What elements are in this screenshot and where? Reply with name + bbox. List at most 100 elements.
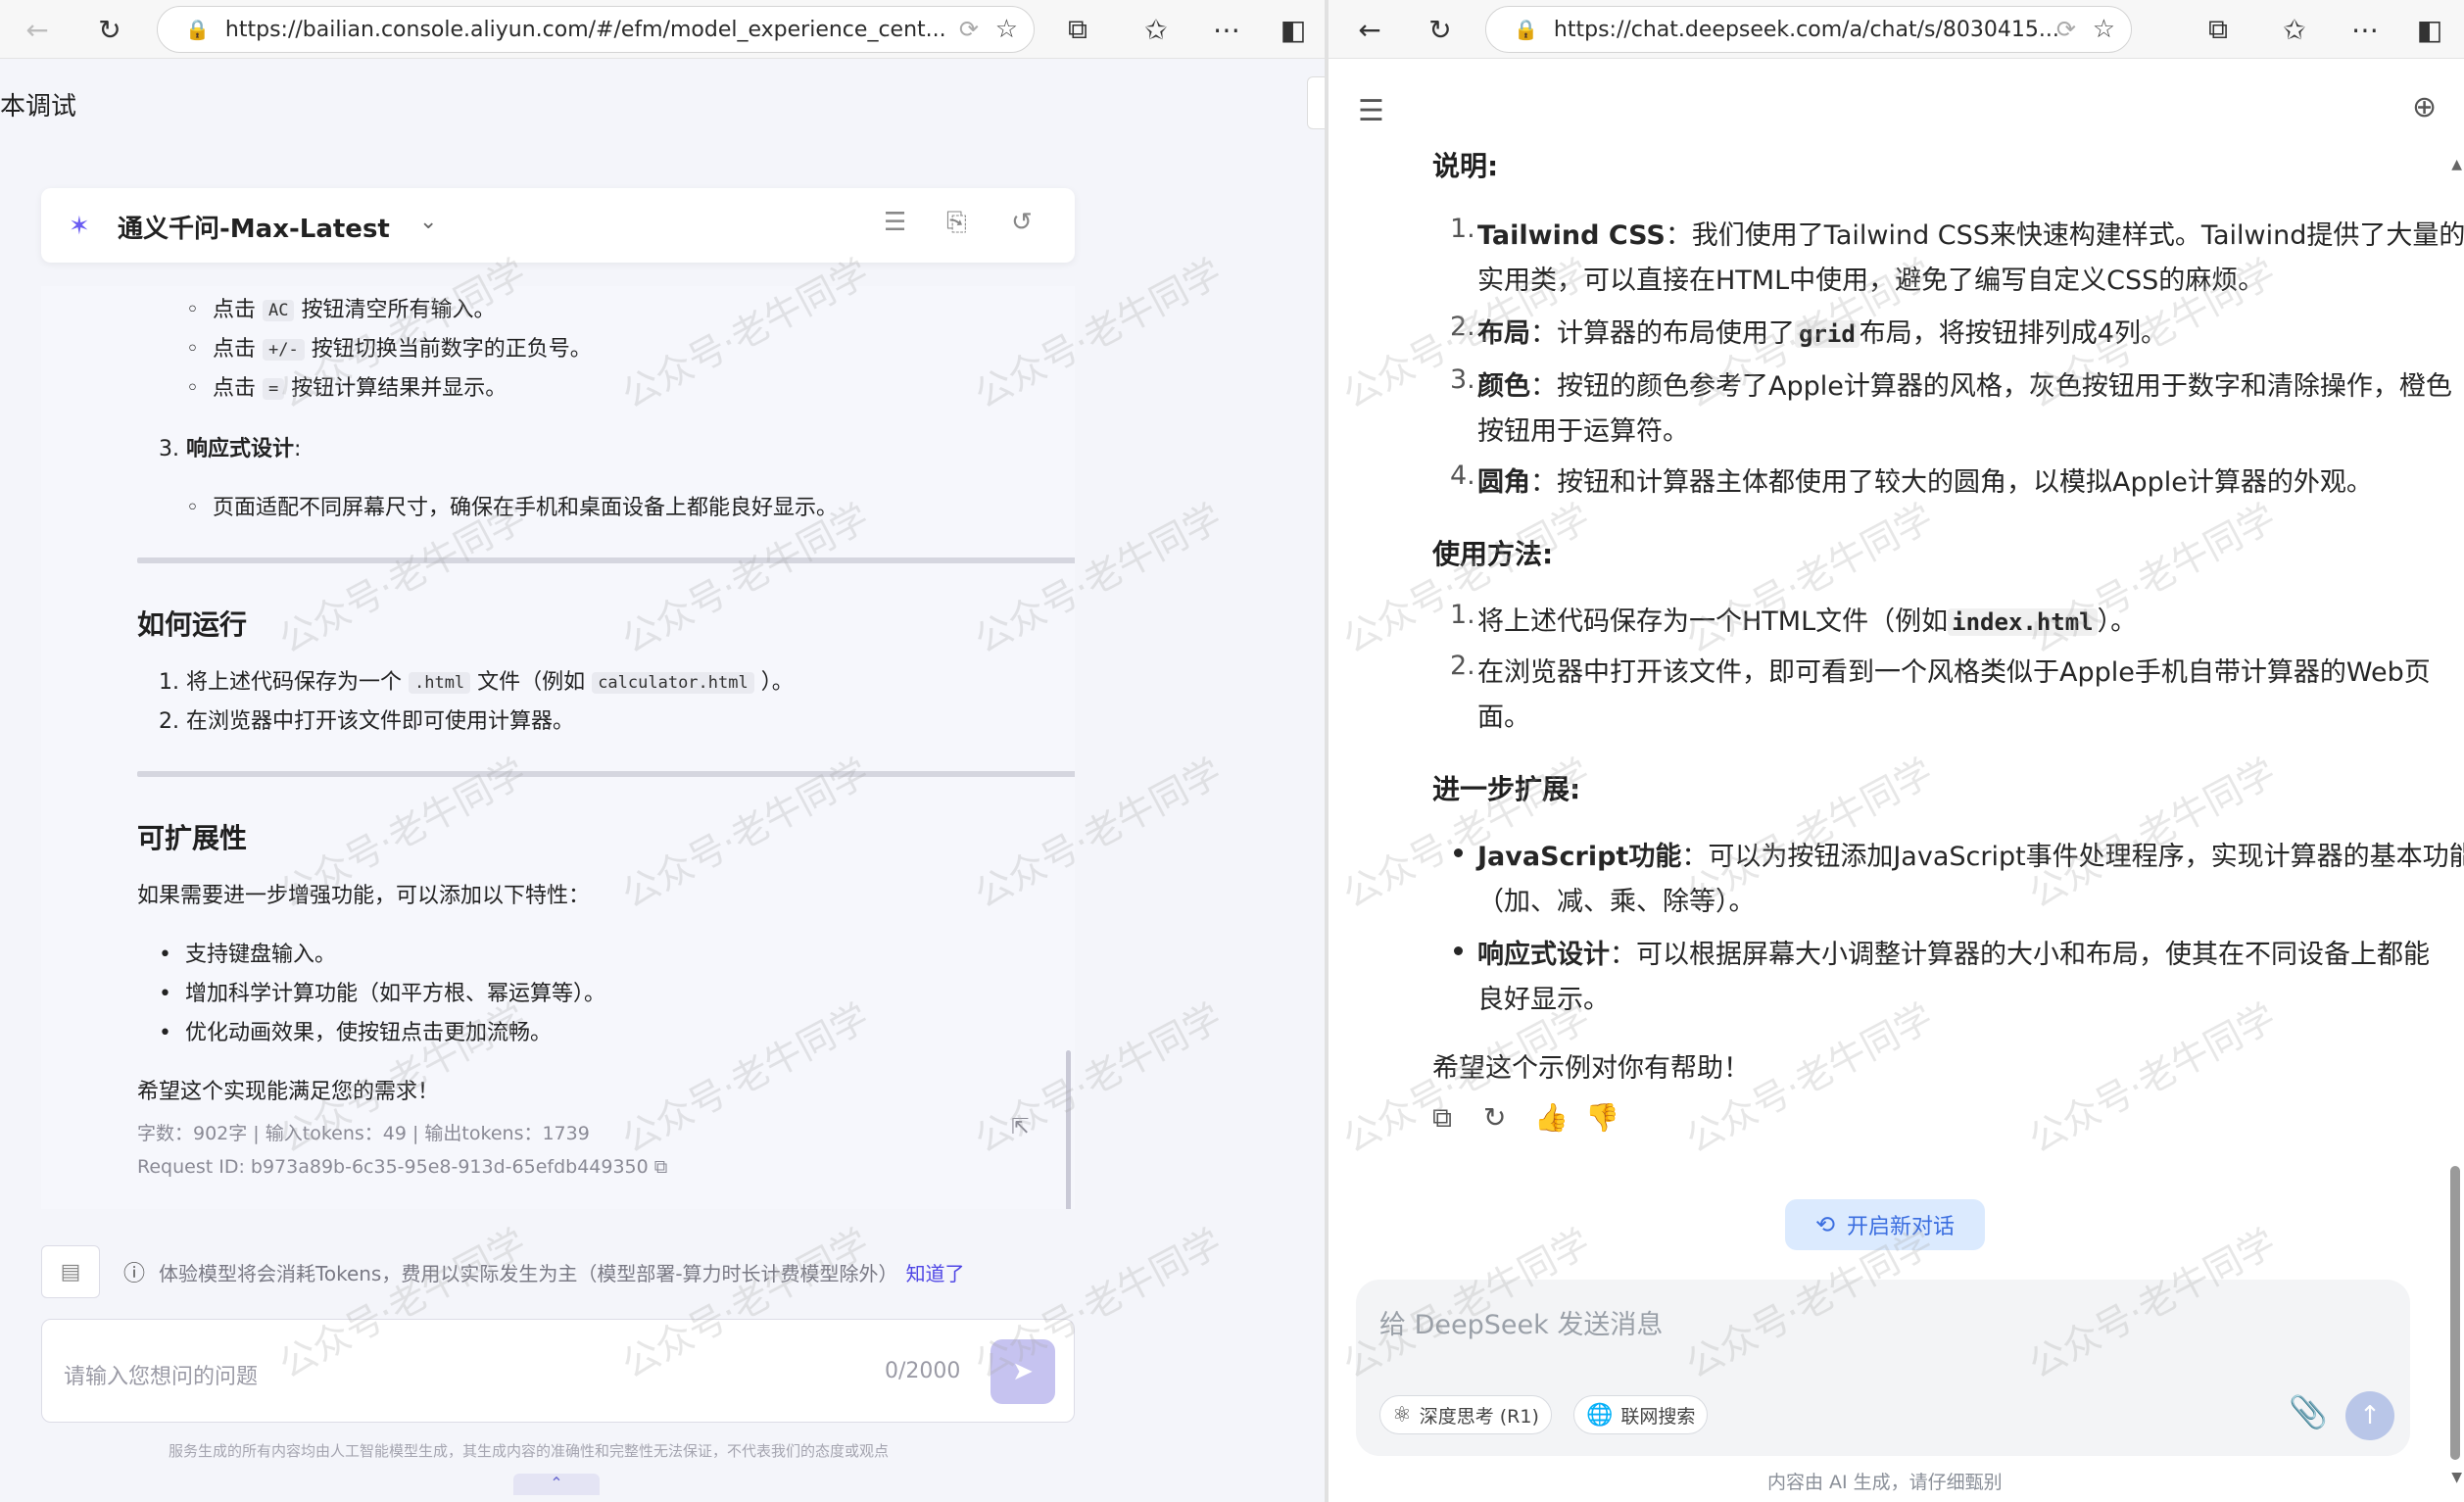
favorites-icon[interactable]: ✩ (2275, 10, 2314, 49)
new-chat-label: 开启新对话 (1847, 1215, 1956, 1239)
list-item-continued: 实用类，可以直接在HTML中使用，避免了编写自定义CSS的麻烦。 (1477, 266, 2265, 296)
left-address-bar[interactable]: 🔒 https://bailian.console.aliyun.com/#/e… (157, 6, 1035, 53)
closing-text: 希望这个实现能满足您的需求！ (137, 1080, 440, 1104)
list-number: 4. (1450, 460, 1475, 491)
new-chat-button[interactable]: ⟲ 开启新对话 (1785, 1199, 1985, 1250)
settings-sliders-icon[interactable]: ☰ (884, 208, 906, 237)
bullet (1454, 946, 1463, 955)
web-search-label: 联网搜索 (1620, 1405, 1696, 1428)
deep-think-label: 深度思考 (R1) (1419, 1405, 1539, 1428)
list-item: • 支持键盘输入。 (159, 943, 336, 967)
side-tab[interactable] (1307, 76, 1325, 129)
star-icon[interactable]: ☆ (995, 15, 1018, 44)
question-input-box[interactable]: 请输入您想问的问题 0/2000 ➤ (41, 1319, 1075, 1423)
list-item: 布局：计算器的布局使用了 grid 布局，将按钮排列成4列。 (1477, 318, 2167, 349)
list-item-continued: 面。 (1477, 703, 1530, 733)
favorites-icon[interactable]: ✩ (1136, 10, 1176, 49)
send-button[interactable]: ➤ (990, 1339, 1055, 1404)
right-browser-toolbar: ← ↻ 🔒 https://chat.deepseek.com/a/chat/s… (1329, 0, 2464, 59)
copy-icon[interactable]: ⧉ (1432, 1101, 1452, 1135)
back-arrow-icon[interactable]: ← (18, 10, 57, 49)
copy-icon[interactable]: ⧉ (654, 1156, 668, 1178)
refresh-icon[interactable]: ↻ (90, 10, 129, 49)
globe-icon: 🌐 (1586, 1402, 1614, 1428)
send-button[interactable]: ↑ (2345, 1391, 2394, 1440)
responsive-heading-item: 3. 响应式设计: (159, 437, 302, 461)
split-screen-icon[interactable]: ◧ (1274, 10, 1313, 49)
list-number: 2. (1450, 312, 1475, 342)
paperclip-icon[interactable]: 📎 (2289, 1393, 2328, 1430)
share-icon[interactable]: ⇱ (1011, 1115, 1029, 1139)
read-aloud-icon[interactable]: ⟳ (959, 16, 979, 43)
message-composer: 给 DeepSeek 发送消息 ⚛ 深度思考 (R1) 🌐 联网搜索 📎 ↑ (1356, 1280, 2410, 1456)
divider (137, 771, 1075, 777)
answer-scrollbar[interactable] (1066, 1050, 1071, 1209)
star-icon[interactable]: ☆ (2093, 15, 2115, 44)
arrow-up-icon: ↑ (2359, 1401, 2381, 1430)
list-item: 在浏览器中打开该文件，即可看到一个风格类似于Apple手机自带计算器的Web页 (1477, 657, 2431, 688)
divider (137, 557, 1075, 563)
undo-icon[interactable]: ↺ (1011, 208, 1033, 237)
code-icon[interactable]: ⎘ (946, 208, 967, 238)
question-input[interactable]: 请输入您想问的问题 (64, 1359, 258, 1390)
collapse-button[interactable]: ⌃ (513, 1474, 600, 1495)
chevron-down-icon[interactable]: ⌄ (419, 210, 437, 234)
acknowledge-link[interactable]: 知道了 (906, 1258, 965, 1286)
how-to-run-heading: 如何运行 (137, 608, 248, 641)
more-icon[interactable]: ⋯ (2345, 10, 2385, 49)
run-step-2: 2. 在浏览器中打开该文件即可使用计算器。 (159, 709, 574, 734)
right-address-bar[interactable]: 🔒 https://chat.deepseek.com/a/chat/s/803… (1485, 6, 2132, 53)
message-input[interactable]: 给 DeepSeek 发送消息 (1379, 1303, 1663, 1341)
scroll-up-arrow-icon[interactable]: ▲ (2451, 157, 2462, 172)
scrollbar-thumb[interactable] (2450, 1166, 2460, 1460)
puzzle-icon[interactable]: ⧉ (1058, 10, 1097, 49)
list-item-continued: （加、减、乘、除等）。 (1477, 887, 1756, 917)
model-name[interactable]: 通义千问-Max-Latest (118, 209, 390, 245)
thumbs-down-icon[interactable]: 👎 (1585, 1101, 1619, 1134)
left-browser-pane: ← ↻ 🔒 https://bailian.console.aliyun.com… (0, 0, 1325, 1502)
send-icon: ➤ (1012, 1357, 1034, 1386)
list-item: 圆角：按钮和计算器主体都使用了较大的圆角，以模拟Apple计算器的外观。 (1477, 467, 2373, 498)
atom-icon: ⚛ (1392, 1402, 1412, 1428)
regenerate-icon[interactable]: ↻ (1483, 1101, 1506, 1134)
lock-icon: 🔒 (185, 18, 210, 41)
refresh-icon[interactable]: ↻ (1421, 10, 1460, 49)
split-screen-icon[interactable]: ◧ (2410, 10, 2449, 49)
list-item: ◦ 点击 AC 按钮清空所有输入。 (186, 298, 496, 322)
scroll-down-arrow-icon[interactable]: ▼ (2451, 1470, 2462, 1485)
thumbs-up-icon[interactable]: 👍 (1534, 1101, 1569, 1134)
list-number: 2. (1450, 651, 1475, 681)
qwen-logo-icon: ✶ (69, 212, 90, 241)
page-title: 本调试 (0, 92, 77, 121)
puzzle-icon[interactable]: ⧉ (2198, 10, 2238, 49)
notes-icon[interactable]: ▤ (41, 1245, 100, 1298)
extensibility-intro: 如果需要进一步增强功能，可以添加以下特性： (137, 884, 591, 908)
list-item: • 增加科学计算功能（如平方根、幂运算等）。 (159, 982, 605, 1006)
sidebar-menu-icon[interactable]: ☰ (1358, 94, 1384, 128)
left-browser-toolbar: ← ↻ 🔒 https://bailian.console.aliyun.com… (0, 0, 1325, 59)
right-url-text: https://chat.deepseek.com/a/chat/s/80304… (1553, 17, 2059, 42)
section-heading: 进一步扩展: (1432, 773, 1581, 805)
watermark: 公众号·老牛同学 (2021, 994, 2283, 1162)
token-stats: 字数：902字 | 输入tokens：49 | 输出tokens：1739 (137, 1123, 590, 1144)
new-chat-icon[interactable]: ⊕ (2412, 90, 2437, 124)
watermark: 公众号·老牛同学 (2021, 750, 2283, 917)
section-heading: 使用方法: (1432, 538, 1554, 570)
bullet (1454, 848, 1463, 857)
read-aloud-icon[interactable]: ⟳ (2056, 16, 2076, 43)
more-icon[interactable]: ⋯ (1207, 10, 1246, 49)
back-arrow-icon[interactable]: ← (1350, 10, 1389, 49)
list-item-continued: 按钮用于运算符。 (1477, 416, 1689, 447)
list-item: JavaScript功能：可以为按钮添加JavaScript事件处理程序，实现计… (1477, 842, 2464, 872)
list-item: 颜色：按钮的颜色参考了Apple计算器的风格，灰色按钮用于数字和清除操作，橙色 (1477, 371, 2452, 402)
web-search-toggle[interactable]: 🌐 联网搜索 (1573, 1395, 1709, 1434)
info-icon: ⓘ (123, 1262, 146, 1286)
closing-text: 希望这个示例对你有帮助！ (1432, 1053, 1750, 1084)
token-notice: ▤ ⓘ 体验模型将会消耗Tokens，费用以实际发生为主（模型部署-算力时长计费… (41, 1242, 1075, 1301)
deep-think-toggle[interactable]: ⚛ 深度思考 (R1) (1379, 1395, 1552, 1434)
list-item: • 优化动画效果，使按钮点击更加流畅。 (159, 1021, 552, 1045)
ai-disclaimer: 内容由 AI 生成，请仔细甄别 (1767, 1472, 2003, 1493)
lock-icon: 🔒 (1514, 18, 1538, 41)
list-item-continued: 良好显示。 (1477, 985, 1610, 1015)
section-heading: 说明: (1432, 150, 1499, 182)
